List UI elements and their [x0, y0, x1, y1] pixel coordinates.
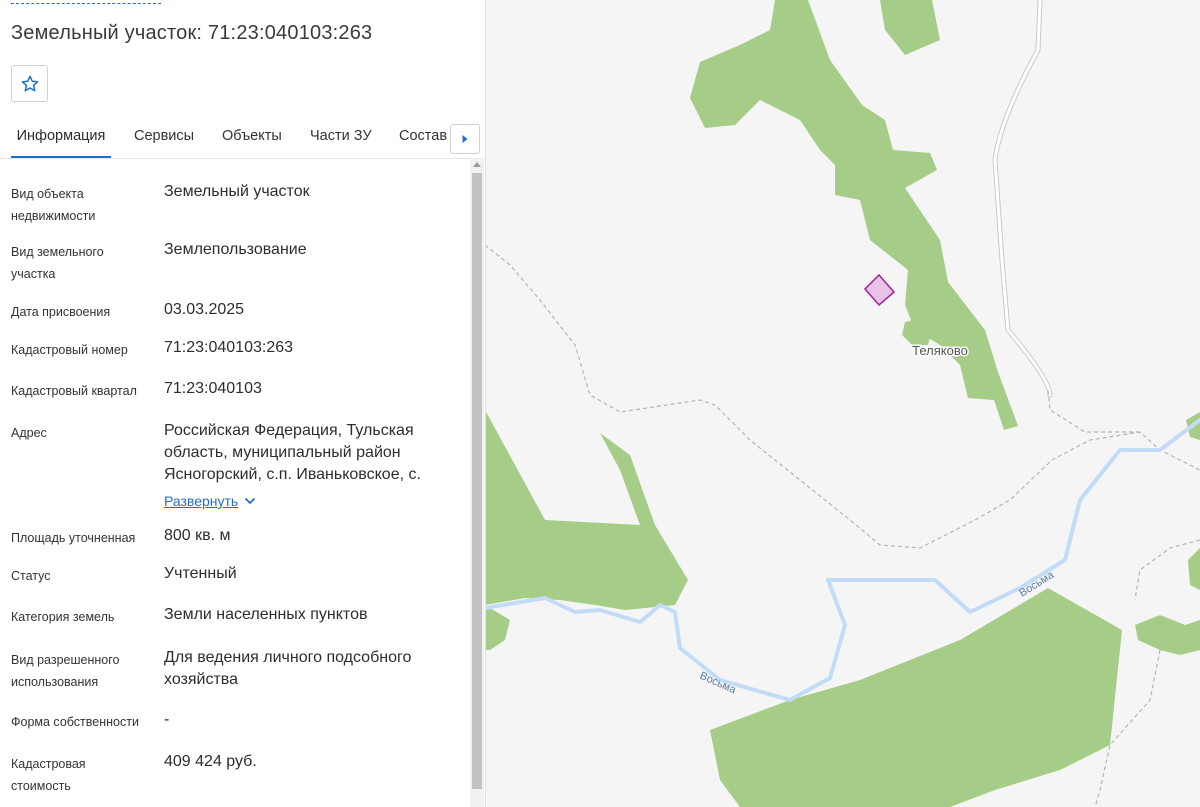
- tabs-next-button[interactable]: [450, 124, 480, 154]
- attribute-value: -: [164, 711, 170, 728]
- attribute-label: Статус: [11, 569, 51, 583]
- attribute-label: Вид земельного участка: [11, 245, 104, 281]
- attribute-label: Адрес: [11, 426, 47, 440]
- map-view[interactable]: Теляково Восьма Восьма: [485, 0, 1200, 807]
- favorite-button[interactable]: [11, 65, 48, 102]
- attribute-value: 03.03.2025: [164, 301, 245, 318]
- page-title: Земельный участок: 71:23:040103:263: [11, 22, 373, 44]
- attribute-value: 800 кв. м: [164, 527, 231, 544]
- attribute-label: Площадь уточненная: [11, 531, 136, 545]
- attribute-value: Земельный участок: [164, 183, 310, 200]
- expand-address-link[interactable]: Развернуть: [164, 492, 256, 510]
- attribute-label: Кадастровый номер: [11, 343, 128, 357]
- attribute-value: 409 424 руб.: [164, 753, 257, 770]
- attribute-label: Кадастровый квартал: [11, 384, 137, 398]
- info-panel: Земельный участок: 71:23:040103:263 Инфо…: [0, 0, 486, 807]
- chevron-down-icon: [245, 497, 256, 505]
- breadcrumb-link-clipped[interactable]: [11, 0, 161, 4]
- attribute-value: Землепользование: [164, 241, 307, 258]
- attribute-value: Земли населенных пунктов: [164, 606, 368, 623]
- scroll-up-arrow-icon[interactable]: [473, 162, 481, 167]
- tab-parts[interactable]: Части ЗУ: [310, 118, 372, 156]
- map-canvas[interactable]: Теляково Восьма Восьма: [485, 0, 1200, 807]
- attribute-label: Кадастровая стоимость: [11, 757, 86, 793]
- tab-bar: Информация Сервисы Объекты Части ЗУ Сост…: [0, 118, 485, 159]
- attribute-label: Вид разрешенного использования: [11, 653, 120, 689]
- attribute-label: Вид объекта недвижимости: [11, 187, 96, 223]
- tab-objects[interactable]: Объекты: [222, 118, 282, 156]
- tab-info[interactable]: Информация: [11, 118, 111, 158]
- attribute-value: 71:23:040103:263: [164, 339, 294, 356]
- star-outline-icon: [21, 75, 38, 91]
- app-window: Земельный участок: 71:23:040103:263 Инфо…: [0, 0, 1200, 807]
- village-label: Теляково: [912, 343, 968, 358]
- attribute-value: Учтенный: [164, 565, 237, 582]
- address-value: Российская Федерация, Тульская область, …: [164, 422, 421, 483]
- panel-scrollbar[interactable]: [470, 158, 484, 807]
- tab-services[interactable]: Сервисы: [134, 118, 194, 156]
- expand-link-label: Развернуть: [164, 493, 239, 509]
- attribute-value: Для ведения личного подсобного хозяйства: [164, 649, 412, 688]
- tab-composition[interactable]: Состав: [399, 118, 447, 156]
- attribute-label: Форма собственности: [11, 715, 139, 729]
- attribute-label: Категория земель: [11, 610, 115, 624]
- triangle-right-icon: [462, 135, 468, 143]
- attribute-value: 71:23:040103: [164, 380, 262, 397]
- attribute-label: Дата присвоения: [11, 305, 111, 319]
- scrollbar-thumb[interactable]: [472, 173, 482, 789]
